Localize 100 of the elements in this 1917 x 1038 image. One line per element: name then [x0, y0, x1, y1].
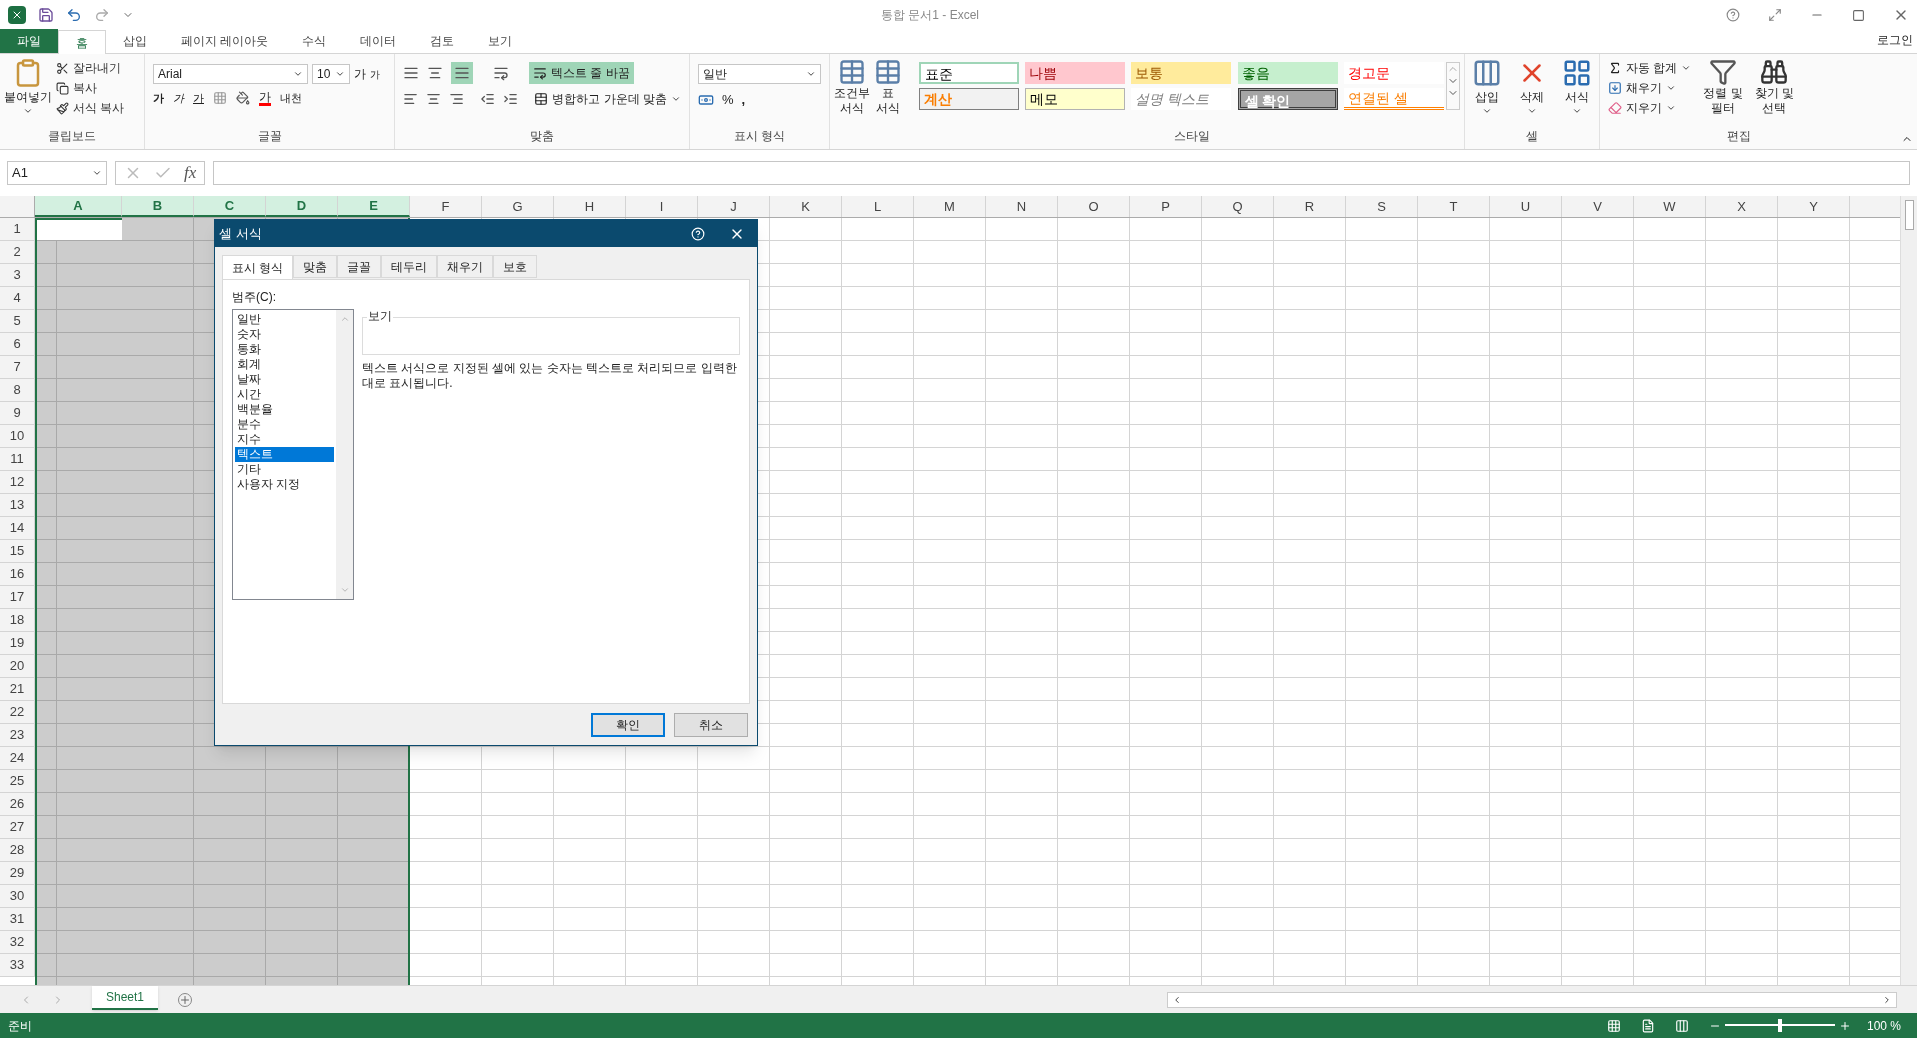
- cell-style-swatch[interactable]: 나쁨: [1025, 62, 1126, 84]
- row-header[interactable]: 12: [0, 471, 35, 494]
- normal-view-icon[interactable]: [1606, 1018, 1621, 1033]
- scroll-right-icon[interactable]: [1882, 994, 1892, 1005]
- column-header[interactable]: S: [1346, 196, 1418, 217]
- align-right-icon[interactable]: [449, 91, 465, 107]
- category-item[interactable]: 분수: [235, 417, 334, 432]
- column-header[interactable]: K: [770, 196, 842, 217]
- column-header[interactable]: U: [1490, 196, 1562, 217]
- italic-button[interactable]: 가: [173, 90, 184, 107]
- ribbon-tab[interactable]: 보기: [471, 29, 530, 53]
- ribbon-tab[interactable]: 삽입: [106, 29, 164, 53]
- dialog-button[interactable]: 확인: [591, 712, 665, 737]
- category-item[interactable]: 사용자 지정: [235, 477, 334, 492]
- row-header[interactable]: 14: [0, 517, 35, 540]
- column-header[interactable]: Y: [1778, 196, 1850, 217]
- increase-indent-icon[interactable]: [503, 91, 519, 107]
- shrink-font-button[interactable]: 가: [370, 66, 380, 82]
- horizontal-scrollbar[interactable]: [1167, 991, 1897, 1008]
- row-header[interactable]: 27: [0, 816, 35, 839]
- row-header[interactable]: 22: [0, 701, 35, 724]
- vertical-scrollbar[interactable]: [1900, 196, 1917, 985]
- column-header[interactable]: A: [35, 196, 122, 217]
- row-header[interactable]: 2: [0, 241, 35, 264]
- align-left-icon[interactable]: [403, 91, 419, 107]
- underline-button[interactable]: 가: [193, 90, 204, 107]
- column-header[interactable]: I: [626, 196, 698, 217]
- name-box[interactable]: A1: [7, 161, 107, 185]
- sheet-tab[interactable]: Sheet1: [92, 985, 158, 1010]
- table-format-button[interactable]: 표 서식: [874, 58, 902, 149]
- column-header[interactable]: L: [842, 196, 914, 217]
- row-header[interactable]: 9: [0, 402, 35, 425]
- dialog-tab[interactable]: 채우기: [437, 255, 494, 278]
- dialog-tab[interactable]: 표시 형식: [222, 255, 294, 280]
- dialog-button[interactable]: 취소: [674, 712, 748, 737]
- ribbon-tab[interactable]: 홈: [58, 30, 106, 54]
- column-header[interactable]: P: [1130, 196, 1202, 217]
- editing-button[interactable]: 정렬 및 필터: [1703, 58, 1743, 118]
- cell-style-swatch[interactable]: 표준: [919, 62, 1019, 84]
- page-layout-icon[interactable]: [1640, 1018, 1655, 1033]
- cell-style-swatch[interactable]: 경고문: [1343, 62, 1444, 84]
- cell-style-swatch[interactable]: 보통: [1131, 62, 1232, 84]
- ribbon-tab[interactable]: 데이터: [343, 29, 414, 53]
- column-header[interactable]: R: [1274, 196, 1346, 217]
- row-header[interactable]: 30: [0, 885, 35, 908]
- column-header[interactable]: T: [1418, 196, 1490, 217]
- column-header[interactable]: H: [554, 196, 626, 217]
- row-header[interactable]: 7: [0, 356, 35, 379]
- maximize-icon[interactable]: [1852, 8, 1865, 22]
- editing-button[interactable]: 찾기 및 선택: [1754, 58, 1795, 118]
- editing-button[interactable]: 자동 합계: [1608, 58, 1692, 78]
- cell-style-swatch[interactable]: 설명 텍스트: [1131, 88, 1232, 110]
- column-header[interactable]: G: [482, 196, 554, 217]
- dialog-tab[interactable]: 보호: [493, 255, 538, 278]
- column-header[interactable]: Q: [1202, 196, 1274, 217]
- row-header[interactable]: 10: [0, 425, 35, 448]
- font-color-button[interactable]: 가: [259, 90, 271, 106]
- column-header[interactable]: M: [914, 196, 986, 217]
- format-painter-button[interactable]: 서식 복사: [56, 98, 125, 118]
- editing-button[interactable]: 채우기: [1608, 78, 1692, 98]
- row-header[interactable]: 31: [0, 908, 35, 931]
- fill-color-icon[interactable]: [236, 91, 250, 106]
- font-name-dropdown[interactable]: Arial: [153, 64, 308, 84]
- page-break-icon[interactable]: [1674, 1018, 1689, 1033]
- cell-style-swatch[interactable]: 메모: [1025, 88, 1126, 110]
- dialog-tab[interactable]: 맞춤: [293, 255, 338, 278]
- row-header[interactable]: 33: [0, 954, 35, 977]
- category-item[interactable]: 회계: [235, 357, 334, 372]
- row-header[interactable]: 24: [0, 747, 35, 770]
- save-icon[interactable]: [38, 7, 54, 23]
- row-header[interactable]: 23: [0, 724, 35, 747]
- editing-button[interactable]: 지우기: [1608, 98, 1692, 118]
- row-header[interactable]: 18: [0, 609, 35, 632]
- cells-button[interactable]: 삽입: [1472, 58, 1503, 116]
- row-header[interactable]: 17: [0, 586, 35, 609]
- row-header[interactable]: 15: [0, 540, 35, 563]
- insert-function-button[interactable]: fx: [184, 160, 197, 186]
- scroll-left-icon[interactable]: [1172, 994, 1182, 1005]
- dialog-tab[interactable]: 글꼴: [337, 255, 382, 278]
- row-header[interactable]: 26: [0, 793, 35, 816]
- category-item[interactable]: 텍스트: [235, 447, 334, 462]
- ribbon-tab[interactable]: 수식: [285, 29, 344, 53]
- row-header[interactable]: 19: [0, 632, 35, 655]
- undo-icon[interactable]: [66, 7, 82, 23]
- row-header[interactable]: 8: [0, 379, 35, 402]
- copy-button[interactable]: 복사: [56, 78, 125, 98]
- column-header[interactable]: B: [122, 196, 194, 217]
- row-header[interactable]: 13: [0, 494, 35, 517]
- cells-button[interactable]: 서식: [1561, 58, 1592, 116]
- font-size-dropdown[interactable]: 10: [312, 64, 350, 84]
- row-header[interactable]: 28: [0, 839, 35, 862]
- active-cell[interactable]: [35, 218, 122, 240]
- column-header[interactable]: J: [698, 196, 770, 217]
- number-format-dropdown[interactable]: 일반: [698, 64, 821, 84]
- row-header[interactable]: 32: [0, 931, 35, 954]
- top-align-icon[interactable]: [403, 65, 419, 81]
- column-header[interactable]: X: [1706, 196, 1778, 217]
- category-item[interactable]: 일반: [235, 312, 334, 327]
- cells-button[interactable]: 삭제: [1517, 58, 1547, 116]
- zoom-slider-thumb[interactable]: [1777, 1019, 1782, 1032]
